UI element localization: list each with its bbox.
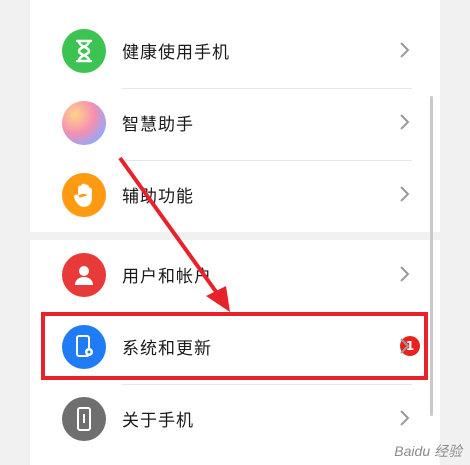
- watermark: Baidu 经验: [394, 443, 462, 459]
- annotation-arrow-icon: [118, 156, 230, 312]
